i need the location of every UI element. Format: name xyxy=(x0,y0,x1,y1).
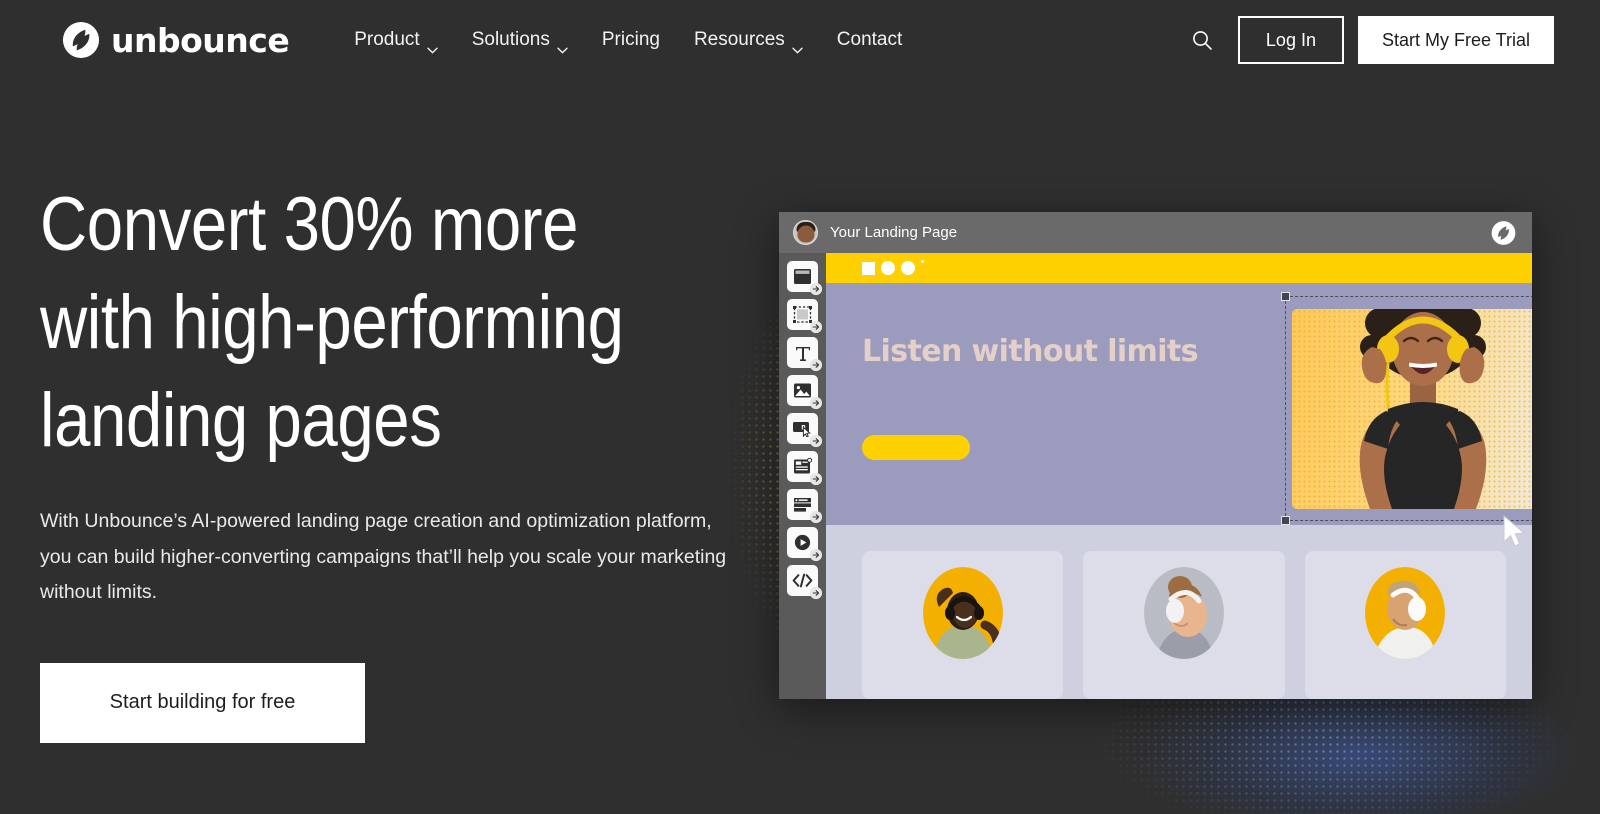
builder-canvas[interactable]: Listen without limits xyxy=(826,253,1532,699)
nav-item-resources[interactable]: Resources xyxy=(677,21,820,59)
nav-item-contact[interactable]: Contact xyxy=(820,21,919,59)
resize-handle-top-left[interactable] xyxy=(1281,292,1290,301)
add-badge-icon xyxy=(810,549,822,561)
landing-page-heading: Listen without limits xyxy=(862,329,1198,374)
logo-circle-shape-1 xyxy=(881,261,895,275)
text-t-icon[interactable] xyxy=(787,337,818,368)
builder-body: B xyxy=(779,253,1532,699)
video-play-icon[interactable] xyxy=(787,527,818,558)
start-building-for-free-button[interactable]: Start building for free xyxy=(40,663,365,743)
hero-section: Convert 30% more with high-performing la… xyxy=(40,176,740,743)
section-icon[interactable] xyxy=(787,261,818,292)
add-badge-icon xyxy=(810,359,822,371)
landing-page-cta-button[interactable] xyxy=(862,435,970,460)
chevron-down-icon xyxy=(427,38,438,45)
builder-tool-rail: B xyxy=(779,253,826,699)
avatar xyxy=(1144,567,1224,659)
hero-subtitle: With Unbounce’s AI-powered landing page … xyxy=(40,504,730,611)
image-icon[interactable] xyxy=(787,375,818,406)
builder-page-title: Your Landing Page xyxy=(830,224,957,241)
landing-page-cards xyxy=(826,525,1532,699)
logo-square-shape xyxy=(862,262,875,275)
builder-topbar: Your Landing Page xyxy=(779,212,1532,253)
landing-page: unbounce Product Solutions Pricing Resou… xyxy=(0,0,1600,814)
box-select-icon[interactable] xyxy=(787,299,818,330)
code-brackets-icon[interactable] xyxy=(787,565,818,596)
unbounce-circle-slash-icon xyxy=(1491,220,1516,245)
nav-label: Contact xyxy=(837,29,902,51)
builder-mockup: Your Landing Page xyxy=(779,212,1532,699)
avatar xyxy=(793,220,818,245)
nav-label: Resources xyxy=(694,29,785,51)
resize-handle-bottom-left[interactable] xyxy=(1281,516,1290,525)
login-button[interactable]: Log In xyxy=(1238,16,1344,64)
brand-name: unbounce xyxy=(111,21,289,60)
add-badge-icon xyxy=(810,321,822,333)
nav-item-product[interactable]: Product xyxy=(337,21,454,59)
add-badge-icon xyxy=(810,473,822,485)
list-item[interactable] xyxy=(862,551,1063,699)
avatar xyxy=(923,567,1003,659)
main-navigation: Product Solutions Pricing Resources xyxy=(337,21,919,59)
form-icon[interactable] xyxy=(787,451,818,482)
button-click-icon[interactable]: B xyxy=(787,413,818,444)
nav-item-pricing[interactable]: Pricing xyxy=(585,21,677,59)
avatar xyxy=(1365,567,1445,659)
header-actions: Log In Start My Free Trial xyxy=(1180,0,1554,80)
list-item[interactable] xyxy=(1083,551,1284,699)
site-header: unbounce Product Solutions Pricing Resou… xyxy=(0,0,1600,80)
logo-circle-shape-2 xyxy=(901,261,915,275)
add-badge-icon xyxy=(810,587,822,599)
nav-label: Pricing xyxy=(602,29,660,51)
unbounce-circle-slash-icon xyxy=(62,21,100,59)
start-free-trial-button[interactable]: Start My Free Trial xyxy=(1358,16,1554,64)
list-rows-icon[interactable] xyxy=(787,489,818,520)
add-badge-icon xyxy=(810,283,822,295)
search-icon[interactable] xyxy=(1180,18,1224,62)
chevron-down-icon xyxy=(792,38,803,45)
nav-item-solutions[interactable]: Solutions xyxy=(455,21,585,59)
landing-page-navbar xyxy=(826,253,1532,283)
list-item[interactable] xyxy=(1305,551,1506,699)
add-badge-icon xyxy=(810,397,822,409)
add-badge-icon xyxy=(810,435,822,447)
add-badge-icon xyxy=(810,511,822,523)
brand-logo[interactable]: unbounce xyxy=(62,21,289,60)
chevron-down-icon xyxy=(557,38,568,45)
page-title: Convert 30% more with high-performing la… xyxy=(40,176,642,470)
landing-page-hero: Listen without limits xyxy=(826,283,1532,525)
selection-box[interactable] xyxy=(1285,296,1532,521)
nav-label: Solutions xyxy=(472,29,550,51)
nav-label: Product xyxy=(354,29,419,51)
logo-dot-shape xyxy=(921,260,924,263)
